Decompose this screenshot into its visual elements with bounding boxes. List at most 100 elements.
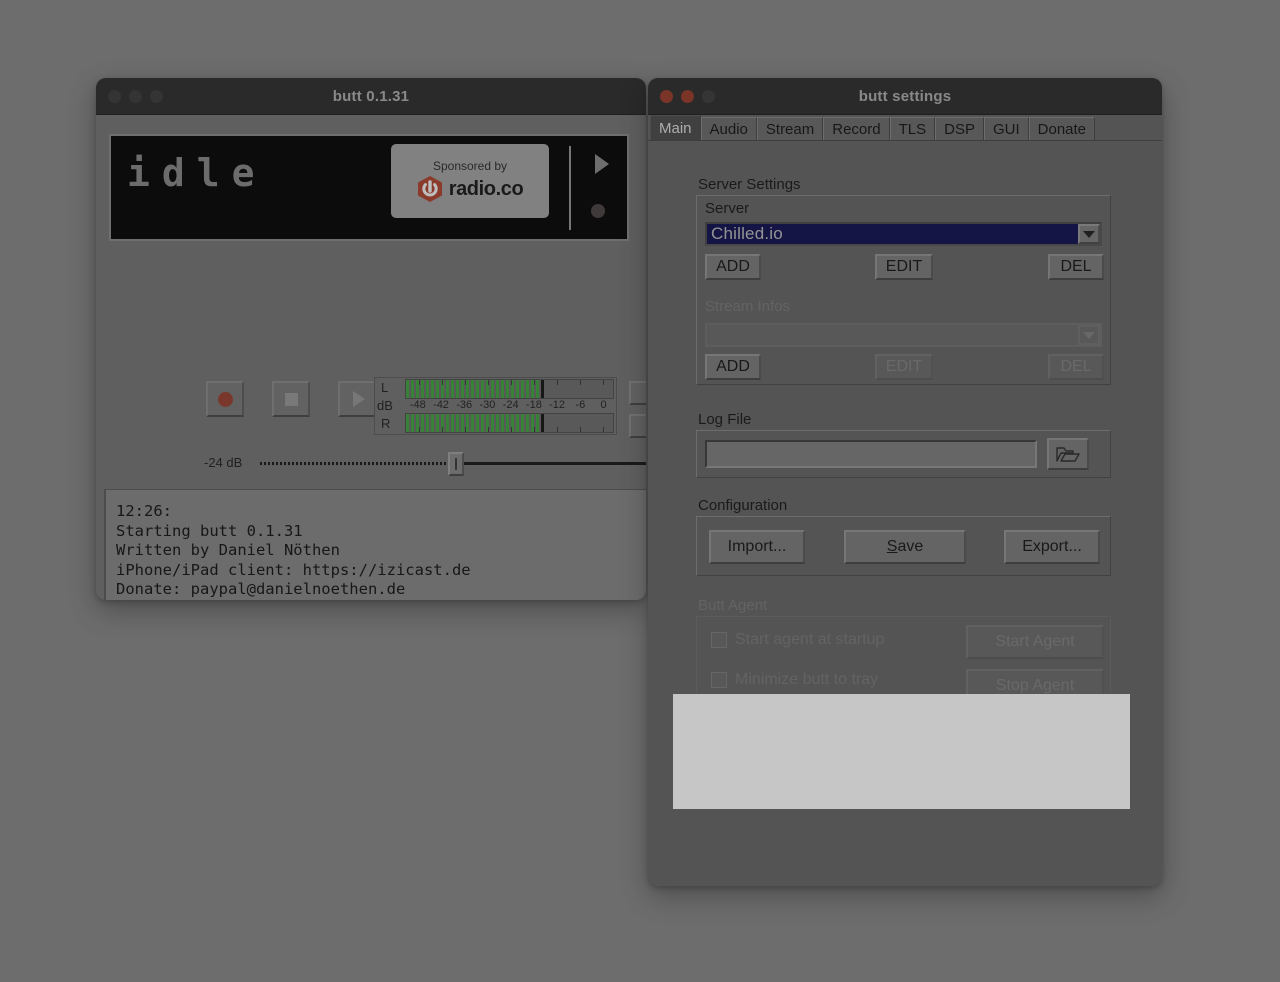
tab-donate[interactable]: Donate <box>1029 117 1095 140</box>
main-window-traffic-lights <box>96 90 163 103</box>
settings-window-titlebar[interactable]: butt settings <box>648 78 1162 115</box>
main-window-title: butt 0.1.31 <box>96 88 646 105</box>
vu-tick <box>419 380 420 385</box>
configuration-box: Import... Save Export... <box>696 516 1111 576</box>
server-del-button[interactable]: DEL <box>1048 254 1104 280</box>
vu-tick <box>603 427 604 432</box>
chevron-down-icon[interactable] <box>1078 224 1100 244</box>
play-button[interactable] <box>338 381 376 417</box>
server-edit-button[interactable]: EDIT <box>875 254 933 280</box>
settings-window-title: butt settings <box>648 88 1162 105</box>
desktop: butt 0.1.31 idle Sponsored by radio.co <box>0 0 1280 982</box>
settings-window-traffic-lights <box>648 90 715 103</box>
check-now-button[interactable]: Check now <box>964 734 1104 768</box>
tab-audio[interactable]: Audio <box>701 117 757 140</box>
log-file-box <box>696 430 1111 478</box>
vu-scale-label: -18 <box>526 399 542 411</box>
sponsor-banner[interactable]: Sponsored by radio.co <box>391 144 549 218</box>
tab-label: Audio <box>710 121 748 138</box>
server-add-button[interactable]: ADD <box>705 254 761 280</box>
vu-scale-label: 0 <box>600 399 606 411</box>
butt-agent-box: Start agent at startup Minimize butt to … <box>696 616 1111 710</box>
vu-tick <box>442 427 443 432</box>
tab-label: GUI <box>993 121 1020 138</box>
maximize-button[interactable] <box>150 90 163 103</box>
hide-log-button[interactable]: Hide log <box>629 414 646 438</box>
chevron-down-icon <box>1078 325 1100 345</box>
vu-tick <box>488 380 489 385</box>
gain-slider-thumb[interactable] <box>448 452 464 476</box>
start-agent-button: Start Agent <box>966 625 1104 659</box>
start-agent-at-startup-label: Start agent at startup <box>735 631 884 649</box>
radio-co-logo-icon <box>417 175 443 203</box>
stream-infos-dropdown <box>705 323 1102 347</box>
tab-label: DSP <box>944 121 975 138</box>
log-file-browse-button[interactable] <box>1047 438 1089 470</box>
stream-add-button[interactable]: ADD <box>705 354 761 380</box>
vu-tick <box>442 380 443 385</box>
sponsor-name: radio.co <box>449 178 524 201</box>
vu-left-channel <box>405 379 614 399</box>
check-at-startup-row[interactable]: Check at startup <box>709 737 857 757</box>
stop-button[interactable] <box>272 381 310 417</box>
record-button[interactable] <box>206 381 244 417</box>
vu-tick <box>603 380 604 385</box>
minimize-to-tray-checkbox-row: Minimize butt to tray <box>711 671 878 689</box>
vu-tick <box>534 380 535 385</box>
vu-tick <box>534 427 535 432</box>
butt-settings-window: butt settings Main Audio StreamRecordTLS DS… <box>648 78 1162 886</box>
vu-scale-label: -12 <box>549 399 565 411</box>
settings-button[interactable]: Settings <box>629 381 646 405</box>
vu-left-label: L <box>381 380 388 395</box>
minimize-to-tray-checkbox <box>711 672 727 688</box>
maximize-button[interactable] <box>702 90 715 103</box>
vu-tick <box>511 380 512 385</box>
save-button[interactable]: Save <box>844 530 966 564</box>
import-button[interactable]: Import... <box>709 530 805 564</box>
play-triangle-icon[interactable] <box>595 154 609 174</box>
log-file-path-input[interactable] <box>705 440 1037 468</box>
tab-tls[interactable]: TLS <box>890 117 936 140</box>
log-output[interactable]: 12:26: Starting butt 0.1.31 Written by D… <box>104 489 646 600</box>
tab-gui[interactable]: GUI <box>984 117 1029 140</box>
minimize-button[interactable] <box>681 90 694 103</box>
gain-slider[interactable]: -24 dB +24 dB <box>204 451 636 477</box>
butt-main-window: butt 0.1.31 idle Sponsored by radio.co <box>96 78 646 600</box>
main-window-body: idle Sponsored by radio.co <box>96 115 646 600</box>
close-button[interactable] <box>660 90 673 103</box>
log-line: iPhone/iPad client: https://izicast.de <box>116 561 636 581</box>
close-button[interactable] <box>108 90 121 103</box>
lcd-status-text: idle <box>127 154 267 192</box>
updates-title: Updates <box>696 701 1111 718</box>
tab-main[interactable]: Main <box>650 115 701 140</box>
stream-del-button: DEL <box>1048 354 1104 380</box>
gain-slider-min-label: -24 dB <box>204 455 242 470</box>
minimize-to-tray-label: Minimize butt to tray <box>735 671 878 689</box>
export-button[interactable]: Export... <box>1004 530 1100 564</box>
sponsor-brand: radio.co <box>417 175 524 203</box>
server-dropdown[interactable]: Chilled.io <box>705 222 1102 246</box>
log-line: Written by Daniel Nöthen <box>116 541 636 561</box>
server-settings-title: Server Settings <box>696 176 1111 193</box>
updates-box: Check at startup Check now <box>696 720 1111 782</box>
check-at-startup-checkbox[interactable] <box>709 739 725 755</box>
lcd-display: idle Sponsored by radio.co <box>109 134 629 241</box>
check-at-startup-label: Check at startup <box>733 737 857 757</box>
server-dropdown-value: Chilled.io <box>707 224 783 244</box>
vu-meter: L dB R -48-42-36-30-24-18-12-60 <box>374 377 617 435</box>
tab-stream[interactable]: Stream <box>757 117 823 140</box>
tab-record[interactable]: Record <box>823 117 889 140</box>
vu-right-ticks <box>406 414 613 432</box>
log-file-title: Log File <box>696 411 1111 428</box>
vu-left-ticks <box>406 380 613 398</box>
tab-label: Donate <box>1038 121 1086 138</box>
main-window-titlebar[interactable]: butt 0.1.31 <box>96 78 646 115</box>
server-label: Server <box>705 200 749 217</box>
vu-tick <box>511 427 512 432</box>
stream-infos-label: Stream Infos <box>705 298 790 315</box>
configuration-group: Configuration Import... Save Export... <box>696 497 1111 576</box>
tab-dsp[interactable]: DSP <box>935 117 984 140</box>
minimize-button[interactable] <box>129 90 142 103</box>
vu-unit-label: dB <box>377 398 393 413</box>
vu-tick <box>580 427 581 432</box>
